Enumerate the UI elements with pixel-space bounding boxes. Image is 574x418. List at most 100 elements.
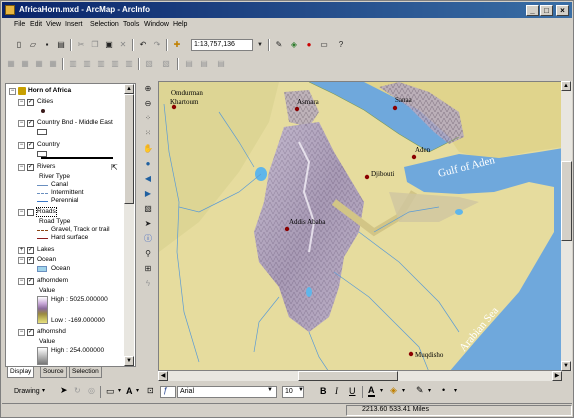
copy-icon[interactable]: ❐ xyxy=(89,39,101,51)
lakes-checkbox[interactable]: ✓ xyxy=(27,247,34,254)
align-left-icon[interactable]: ▥ xyxy=(67,58,79,70)
expand-roads-icon[interactable]: − xyxy=(18,209,25,216)
find-icon[interactable]: ⚲ xyxy=(142,248,154,260)
tab-source[interactable]: Source xyxy=(40,367,67,378)
expand-lakes-icon[interactable]: + xyxy=(18,247,25,254)
toc-scroll-down-icon[interactable]: ▼ xyxy=(124,356,134,366)
toc-scroll-thumb[interactable] xyxy=(124,94,134,204)
identify-icon[interactable]: ⓘ xyxy=(142,233,154,245)
edit-vertices-icon[interactable]: ⊡ xyxy=(147,386,154,395)
cities-checkbox[interactable]: ✓ xyxy=(27,99,34,106)
tab-selection[interactable]: Selection xyxy=(69,367,102,378)
expand-country-icon[interactable]: − xyxy=(18,142,25,149)
scale-dropdown-icon[interactable]: ▼ xyxy=(254,39,266,51)
nudge-icon[interactable]: ▧ xyxy=(143,58,155,70)
text-dropdown-icon[interactable]: ▾ xyxy=(136,387,139,394)
font-size-dropdown-icon[interactable]: ▼ xyxy=(298,387,304,393)
delete-icon[interactable]: ✕ xyxy=(117,39,129,51)
distribute-icon[interactable]: ▥ xyxy=(109,58,121,70)
afhorndem-checkbox[interactable]: ✓ xyxy=(27,278,34,285)
map-horizontal-scrollbar[interactable]: ◀ ▶ xyxy=(158,371,562,381)
font-name-dropdown-icon[interactable]: ▼ xyxy=(267,387,273,393)
layer-lakes[interactable]: Lakes xyxy=(37,246,54,254)
font-name-select[interactable]: Arial xyxy=(177,386,277,398)
zoom-out-icon[interactable]: ⊖ xyxy=(142,98,154,110)
command-line-icon[interactable]: ▭ xyxy=(318,39,330,51)
back-icon[interactable]: ◀ xyxy=(142,173,154,185)
collapse-data-frame-icon[interactable]: − xyxy=(9,88,16,95)
help-icon[interactable]: ? xyxy=(335,39,347,51)
pan-icon[interactable]: ✋ xyxy=(142,143,154,155)
layer-country-bnd[interactable]: Country Bnd - Middle East xyxy=(37,119,113,127)
align-center-icon[interactable]: ▥ xyxy=(81,58,93,70)
tab-display[interactable]: Display xyxy=(7,367,35,378)
select-elements-icon[interactable]: ▦ xyxy=(5,58,17,70)
redo-icon[interactable]: ↷ xyxy=(151,39,163,51)
bold-button[interactable]: B xyxy=(320,386,327,396)
front-icon[interactable]: ▤ xyxy=(183,58,195,70)
arccatalog-icon[interactable]: ◈ xyxy=(288,39,300,51)
save-icon[interactable]: ▪ xyxy=(41,39,53,51)
select-features-icon[interactable]: ▧ xyxy=(142,203,154,215)
layer-cities[interactable]: Cities xyxy=(37,98,53,106)
editor-icon[interactable]: ✎ xyxy=(273,39,285,51)
fill-color-icon[interactable]: ◈ xyxy=(390,385,397,396)
marker-color-icon[interactable]: • xyxy=(442,385,445,395)
font-color-button[interactable]: A xyxy=(368,385,375,397)
cut-icon[interactable]: ✂ xyxy=(75,39,87,51)
map-scale-input[interactable]: 1:13,757,136 xyxy=(191,39,253,51)
expand-afhorndem-icon[interactable]: − xyxy=(18,278,25,285)
expand-cities-icon[interactable]: − xyxy=(18,99,25,106)
data-frame-name[interactable]: Horn of Africa xyxy=(28,87,71,95)
drawing-menu[interactable]: Drawing xyxy=(14,388,40,395)
rectangle-tool-icon[interactable]: ▭ xyxy=(106,386,115,397)
map-vertical-scrollbar[interactable]: ▲ ▼ xyxy=(561,81,572,371)
underline-button[interactable]: U xyxy=(349,386,356,396)
italic-button[interactable]: I xyxy=(335,386,338,396)
rotate-icon[interactable]: ▧ xyxy=(160,58,172,70)
menu-window[interactable]: Window xyxy=(144,21,169,28)
add-data-icon[interactable]: ✚ xyxy=(171,39,183,51)
map-scroll-right-icon[interactable]: ▶ xyxy=(552,371,562,381)
toc-scrollbar[interactable]: ▲ ▼ xyxy=(124,84,134,366)
toc-scroll-up-icon[interactable]: ▲ xyxy=(124,84,134,94)
undo-icon[interactable]: ↶ xyxy=(137,39,149,51)
layer-afhorndem[interactable]: afhorndem xyxy=(37,277,68,285)
expand-rivers-icon[interactable]: − xyxy=(18,164,25,171)
country-checkbox[interactable]: ✓ xyxy=(27,142,34,149)
maximize-button[interactable]: □ xyxy=(540,5,553,16)
back-icon-tb[interactable]: ▤ xyxy=(198,58,210,70)
menu-selection[interactable]: Selection xyxy=(90,21,119,28)
open-icon[interactable]: ▱ xyxy=(27,39,39,51)
fill-color-dropdown-icon[interactable]: ▾ xyxy=(402,387,405,394)
map-vscroll-thumb[interactable] xyxy=(561,161,572,241)
layout-icon[interactable]: ▦ xyxy=(19,58,31,70)
minimize-button[interactable]: _ xyxy=(526,5,539,16)
layer-rivers[interactable]: Rivers xyxy=(37,163,55,171)
layer-afhornshd[interactable]: afhornshd xyxy=(37,328,66,336)
group-icon[interactable]: ▥ xyxy=(123,58,135,70)
expand-ocean-icon[interactable]: − xyxy=(18,257,25,264)
map-scroll-down-icon[interactable]: ▼ xyxy=(561,361,571,371)
expand-country-bnd-icon[interactable]: − xyxy=(18,120,25,127)
rivers-checkbox[interactable]: ✓ xyxy=(27,164,34,171)
rectangle-dropdown-icon[interactable]: ▾ xyxy=(118,387,121,394)
close-button[interactable]: × xyxy=(556,5,569,16)
hyperlink-icon[interactable]: ϟ xyxy=(142,278,154,290)
roads-checkbox[interactable] xyxy=(27,209,34,216)
country-bnd-checkbox[interactable]: ✓ xyxy=(27,120,34,127)
font-color-dropdown-icon[interactable]: ▾ xyxy=(380,387,383,394)
map-canvas[interactable]: Omdurman Khartoum Asmara Sanaa Aden Djib… xyxy=(159,82,562,371)
rotate-element-icon[interactable]: ↻ xyxy=(74,386,81,395)
title-bar[interactable]: AfricaHorn.mxd - ArcMap - ArcInfo _ □ × xyxy=(2,2,572,18)
line-color-icon[interactable]: ✎ xyxy=(416,385,424,396)
select-icon[interactable]: ➤ xyxy=(142,218,154,230)
menu-insert[interactable]: Insert xyxy=(65,21,83,28)
measure-icon[interactable]: ⊞ xyxy=(142,263,154,275)
new-icon[interactable]: ▯ xyxy=(13,39,25,51)
layer-roads[interactable]: Roads xyxy=(36,207,57,217)
print-icon[interactable]: ▤ xyxy=(55,39,67,51)
map-display[interactable]: Omdurman Khartoum Asmara Sanaa Aden Djib… xyxy=(158,81,562,371)
zoom-in-icon[interactable]: ⊕ xyxy=(142,83,154,95)
menu-edit[interactable]: Edit xyxy=(30,21,42,28)
